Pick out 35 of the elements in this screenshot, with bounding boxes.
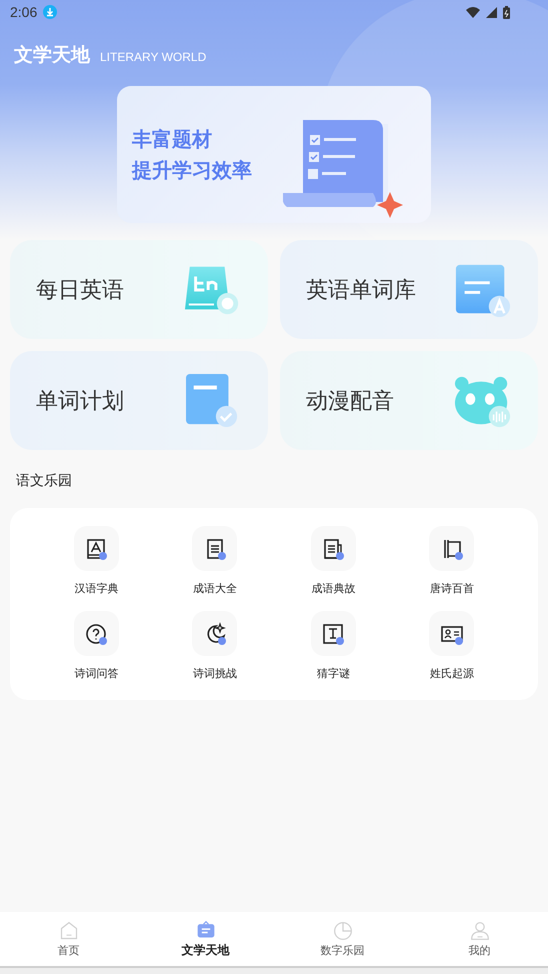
feature-card[interactable]: 每日英语 bbox=[10, 240, 268, 339]
wifi-icon bbox=[466, 6, 480, 18]
banner-text: 提升学习效率 bbox=[132, 156, 252, 184]
tool-item[interactable]: 汉语字典 bbox=[37, 526, 156, 596]
nav-tab[interactable]: 我的 bbox=[411, 912, 548, 966]
tool-item[interactable]: 成语典故 bbox=[274, 526, 392, 596]
banner-text: 丰富题材 bbox=[132, 126, 213, 152]
tool-item[interactable]: 姓氏起源 bbox=[392, 611, 511, 681]
page-subtitle: LITERARY WORLD bbox=[100, 50, 206, 64]
page-title: 文学天地 bbox=[14, 43, 90, 68]
home-icon bbox=[58, 920, 78, 940]
section-title: 语文乐园 bbox=[15, 472, 73, 491]
pie-chart-icon bbox=[332, 920, 352, 940]
tool-item[interactable]: 成语大全 bbox=[156, 526, 274, 596]
board-icon bbox=[196, 920, 216, 940]
tool-item[interactable]: 唐诗百首 bbox=[392, 526, 511, 596]
tool-item[interactable]: 诗词问答 bbox=[37, 611, 156, 681]
document-letter-icon bbox=[454, 262, 512, 316]
user-icon bbox=[470, 920, 490, 940]
dictionary-icon bbox=[84, 536, 108, 560]
battery-icon bbox=[503, 6, 510, 18]
question-icon bbox=[84, 622, 108, 646]
feature-card[interactable]: 英语单词库 bbox=[280, 240, 538, 339]
nav-tab[interactable]: 首页 bbox=[0, 912, 137, 966]
nav-tab[interactable]: 文学天地 bbox=[137, 912, 274, 966]
signal-icon bbox=[486, 6, 497, 18]
tool-item[interactable]: 猜字谜 bbox=[274, 611, 392, 681]
download-icon bbox=[43, 5, 58, 19]
tool-item[interactable]: 诗词挑战 bbox=[156, 611, 274, 681]
feature-card[interactable]: 动漫配音 bbox=[280, 351, 538, 450]
status-time: 2:06 bbox=[10, 4, 38, 20]
nav-tab[interactable]: 数字乐园 bbox=[274, 912, 411, 966]
feature-card[interactable]: 单词计划 bbox=[10, 351, 268, 450]
documents-icon bbox=[321, 536, 346, 560]
text-icon bbox=[321, 622, 346, 646]
